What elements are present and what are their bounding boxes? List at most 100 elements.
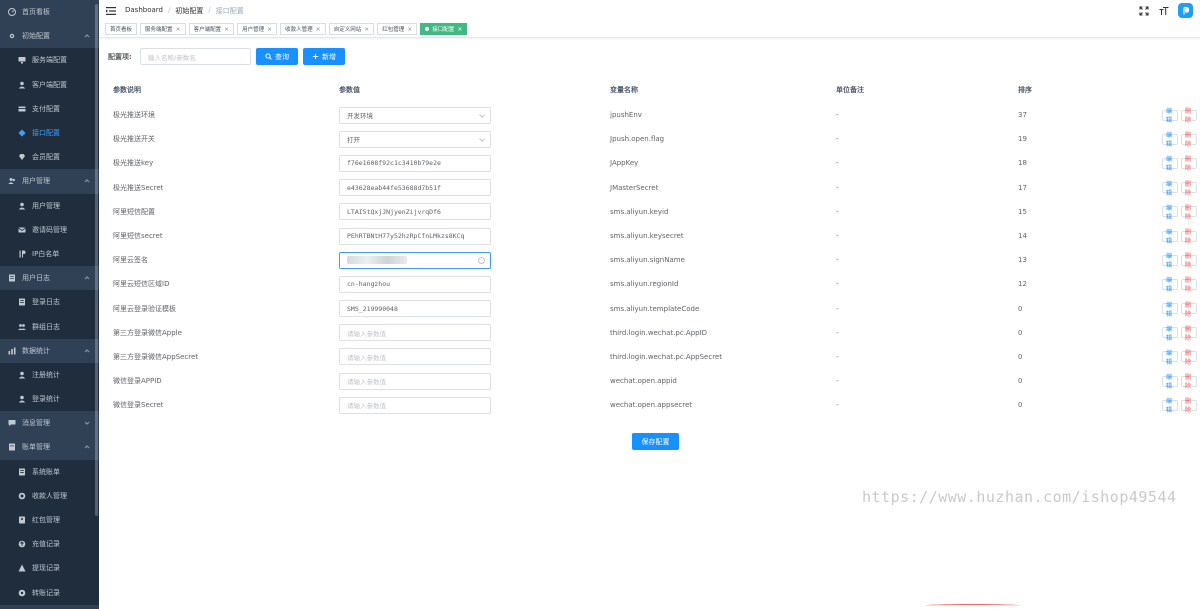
tag-4[interactable]: 收款人管理 ×	[280, 23, 326, 35]
close-icon[interactable]: ×	[457, 26, 462, 33]
edit-button[interactable]: 编辑	[1162, 374, 1178, 390]
delete-button[interactable]: 删除	[1181, 181, 1197, 197]
sidebar-group-0[interactable]: 首页看板	[0, 0, 99, 25]
delete-button[interactable]: 删除	[1181, 277, 1197, 293]
delete-button[interactable]: 删除	[1181, 253, 1197, 269]
sidebar-item-6[interactable]: 会员配置	[0, 145, 99, 170]
edit-button[interactable]: 编辑	[1162, 398, 1178, 414]
tag-0[interactable]: 首页看板	[105, 23, 138, 35]
edit-button[interactable]: 编辑	[1162, 350, 1178, 366]
edit-button[interactable]: 编辑	[1162, 108, 1178, 124]
search-input[interactable]: 输入名称/参数名	[140, 48, 251, 65]
sidebar-item-19[interactable]: 系统账单	[0, 459, 99, 484]
tag-6[interactable]: 红包管理 ×	[377, 23, 418, 35]
sidebar-item-13[interactable]: 群组日志	[0, 314, 99, 339]
clear-icon[interactable]	[478, 256, 485, 264]
sidebar-group-7[interactable]: 用户管理	[0, 169, 99, 194]
sidebar-item-label: 系统账单	[32, 467, 60, 476]
sidebar-item-4[interactable]: 支付配置	[0, 96, 99, 121]
tag-2[interactable]: 客户端配置 ×	[188, 23, 235, 35]
close-icon[interactable]: ×	[316, 26, 321, 33]
param-value-input[interactable]	[339, 251, 491, 269]
sidebar-item-23[interactable]: 提现记录	[0, 556, 99, 581]
delete-button[interactable]: 删除	[1181, 156, 1197, 172]
param-value-input[interactable]: e43628eab44fe53688d7b51f	[339, 179, 491, 197]
sidebar-item-15[interactable]: 注册统计	[0, 362, 99, 387]
sort-order: 0	[1018, 377, 1023, 386]
close-icon[interactable]: ×	[176, 26, 181, 33]
close-icon[interactable]: ×	[407, 26, 412, 33]
sidebar-group-1[interactable]: 初始配置	[0, 24, 99, 49]
edit-button[interactable]: 编辑	[1162, 253, 1178, 269]
sidebar-item-16[interactable]: 登录统计	[0, 387, 99, 412]
close-icon[interactable]: ×	[364, 26, 369, 33]
variable-name: wechat.open.appid	[610, 377, 677, 386]
edit-button[interactable]: 编辑	[1162, 302, 1178, 318]
param-value-input[interactable]: 请输入参数值	[339, 396, 491, 414]
sidebar-item-22[interactable]: 充值记录	[0, 532, 99, 557]
sidebar-group-18[interactable]: 账单管理	[0, 435, 99, 460]
breadcrumb-item[interactable]: Dashboard	[125, 6, 163, 16]
tag-1[interactable]: 服务端配置 ×	[140, 23, 186, 35]
param-value-input[interactable]: 请输入参数值	[339, 324, 491, 342]
param-value-input[interactable]: SMS_219990048	[339, 300, 491, 318]
sidebar-item-5[interactable]: 接口配置	[0, 120, 99, 146]
param-value-input[interactable]: 请输入参数值	[339, 348, 491, 366]
sidebar-item-9[interactable]: 邀请码管理	[0, 217, 99, 242]
param-description: 第三方登录微信Apple	[113, 328, 182, 337]
close-icon[interactable]: ×	[224, 26, 229, 33]
tag-5[interactable]: 自定义网站 ×	[328, 23, 375, 35]
param-value-input[interactable]: PEhRTBNtH77y52hzRpCfnLMkzs8KCq	[339, 227, 491, 245]
delete-button[interactable]: 删除	[1181, 108, 1197, 124]
bill-icon	[8, 443, 16, 451]
delete-button[interactable]: 删除	[1181, 229, 1197, 245]
fullscreen-icon[interactable]	[1138, 5, 1150, 17]
sidebar-item-20[interactable]: 收款人管理	[0, 483, 99, 508]
sidebar-group-17[interactable]: 消息管理	[0, 411, 99, 436]
sidebar-item-12[interactable]: 登录日志	[0, 290, 99, 315]
sidebar-item-3[interactable]: 客户端配置	[0, 72, 99, 97]
delete-button[interactable]: 删除	[1181, 302, 1197, 318]
breadcrumb-item[interactable]: 初始配置	[175, 6, 203, 16]
avatar[interactable]	[1178, 3, 1193, 18]
edit-button[interactable]: 编辑	[1162, 277, 1178, 293]
sidebar-item-8[interactable]: 用户管理	[0, 193, 99, 218]
param-value-input[interactable]: cn-hangzhou	[339, 275, 491, 293]
sidebar-item-10[interactable]: IP白名单	[0, 241, 99, 267]
sidebar-group-11[interactable]: 用户日志	[0, 266, 99, 291]
edit-button[interactable]: 编辑	[1162, 326, 1178, 342]
close-icon[interactable]: ×	[267, 26, 272, 33]
tag-3[interactable]: 用户管理 ×	[237, 23, 278, 35]
tag-7[interactable]: 接口配置 ×	[420, 23, 468, 35]
param-value-input[interactable]: LTAI5tQxjJNjyenZijvrqDf6	[339, 203, 491, 221]
sidebar-group-14[interactable]: 数据统计	[0, 338, 99, 363]
param-value-select[interactable]: 开发环境	[339, 106, 491, 124]
param-value-input[interactable]: f76e1608f92c1c3410b79e2e	[339, 154, 491, 172]
sidebar-item-24[interactable]: 转账记录	[0, 580, 99, 605]
sidebar-item-21[interactable]: 红包管理	[0, 507, 99, 533]
delete-button[interactable]: 删除	[1181, 326, 1197, 342]
variable-name: third.login.wechat.pc.AppID	[610, 328, 708, 337]
param-value-text: 请输入参数值	[347, 353, 386, 362]
font-size-icon[interactable]	[1158, 5, 1170, 17]
delete-button[interactable]: 删除	[1181, 398, 1197, 414]
sidebar-item-2[interactable]: 服务端配置	[0, 48, 99, 73]
param-value-input[interactable]: 请输入参数值	[339, 372, 491, 390]
add-button[interactable]: 新增	[303, 48, 345, 65]
delete-button[interactable]: 删除	[1181, 132, 1197, 148]
param-value-select[interactable]: 打开	[339, 130, 491, 148]
sidebar-scrollbar[interactable]	[95, 4, 98, 516]
save-config-button[interactable]: 保存配置	[632, 433, 679, 450]
edit-button[interactable]: 编辑	[1162, 156, 1178, 172]
delete-button[interactable]: 删除	[1181, 350, 1197, 366]
delete-button[interactable]: 删除	[1181, 374, 1197, 390]
query-button[interactable]: 查询	[256, 48, 298, 65]
edit-button[interactable]: 编辑	[1162, 181, 1178, 197]
delete-button[interactable]: 删除	[1181, 205, 1197, 221]
table-row: 微信登录Secret 请输入参数值 wechat.open.appsecret - 0 编…	[108, 393, 1200, 417]
edit-button[interactable]: 编辑	[1162, 132, 1178, 148]
edit-button[interactable]: 编辑	[1162, 205, 1178, 221]
edit-button[interactable]: 编辑	[1162, 229, 1178, 245]
red-annotation-mark	[925, 604, 1020, 607]
hamburger-icon[interactable]	[106, 6, 116, 16]
